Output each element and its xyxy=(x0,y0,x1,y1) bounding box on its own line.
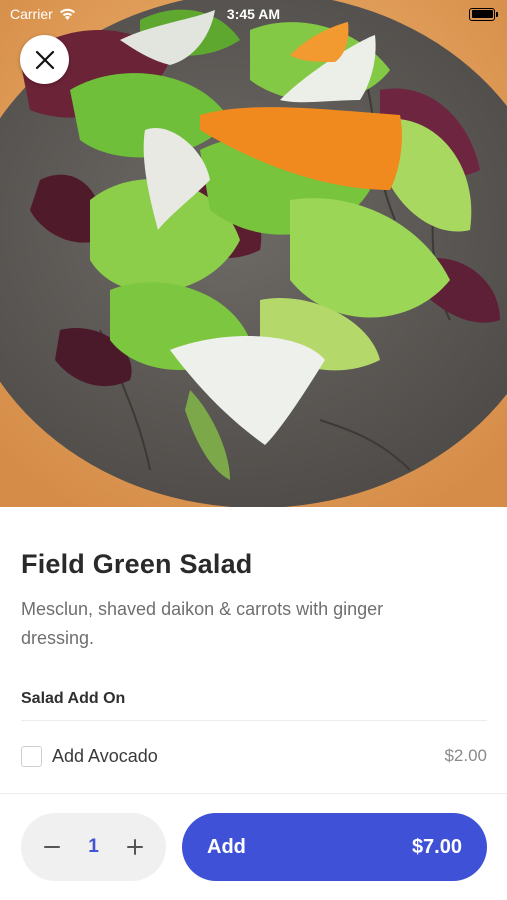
addon-section-title: Salad Add On xyxy=(21,690,126,707)
increment-button[interactable] xyxy=(124,836,146,858)
quantity-stepper: 1 xyxy=(21,813,166,881)
battery-icon xyxy=(469,7,498,21)
add-button-total: $7.00 xyxy=(411,835,462,858)
item-description: Mesclun, shaved daikon & carrots with gi… xyxy=(21,599,384,648)
status-left: Carrier xyxy=(10,6,76,22)
minus-icon xyxy=(44,846,60,848)
dish-photo xyxy=(0,0,507,507)
close-icon xyxy=(35,50,54,69)
item-title: Field Green Salad xyxy=(21,549,253,579)
addon-left: Add Avocado xyxy=(21,745,158,767)
status-bar: Carrier 3:45 AM xyxy=(0,0,507,28)
addon-price: $2.00 xyxy=(444,746,487,765)
addon-checkbox[interactable] xyxy=(21,745,42,767)
plus-icon xyxy=(126,839,143,855)
clock-time: 3:45 AM xyxy=(226,6,281,22)
salad-illustration xyxy=(0,0,507,507)
section-divider xyxy=(21,720,487,721)
close-button[interactable] xyxy=(20,35,69,84)
battery-level xyxy=(471,10,493,18)
order-footer: 1 Add $7.00 xyxy=(0,793,507,900)
wifi-icon xyxy=(59,8,75,20)
add-button-label: Add xyxy=(207,835,246,858)
carrier-label: Carrier xyxy=(10,6,53,22)
decrement-button[interactable] xyxy=(41,836,63,858)
addon-label: Add Avocado xyxy=(52,745,158,766)
add-to-order-button[interactable]: Add $7.00 xyxy=(182,813,487,881)
quantity-value: 1 xyxy=(88,836,99,857)
addon-option-avocado[interactable]: Add Avocado $2.00 xyxy=(21,741,487,771)
